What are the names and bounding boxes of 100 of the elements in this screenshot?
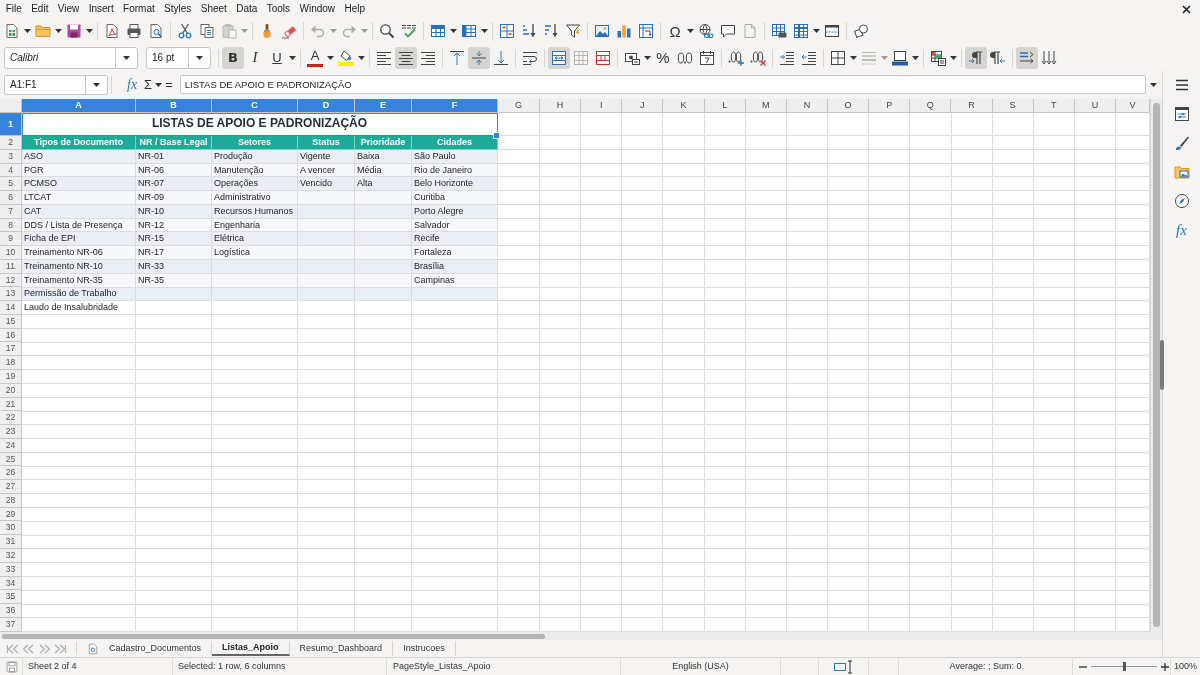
row-header[interactable]: 30 [0,521,22,536]
row-header[interactable]: 5 [0,177,22,192]
copy-icon[interactable] [199,23,215,39]
wrap-text-icon[interactable] [522,49,538,66]
column-header[interactable]: L [704,99,746,113]
row-header[interactable]: 36 [0,604,22,618]
slider-thumb[interactable] [1122,662,1126,671]
spreadsheet-file-icon[interactable] [4,23,20,39]
spellcheck-icon[interactable] [401,23,417,39]
row-header[interactable]: 23 [0,425,22,439]
caret-icon[interactable] [327,55,334,60]
borders-icon[interactable] [830,49,846,66]
column-header[interactable]: I [581,99,623,113]
sheet-tab[interactable]: Resumo_Dashboard [289,641,394,656]
caret-icon[interactable] [687,29,694,33]
name-box[interactable]: A1:F1 [4,74,108,95]
row-header[interactable]: 27 [0,480,22,494]
sort-icon[interactable] [499,23,515,39]
add-sheet-icon[interactable] [87,642,99,655]
border-color-icon[interactable] [892,49,908,66]
image-icon[interactable] [594,23,610,39]
split-window-icon[interactable] [824,23,840,39]
column-header[interactable]: J [622,99,664,113]
caret-icon[interactable] [93,82,100,87]
align-left-icon[interactable] [376,49,392,66]
horizontal-text-button[interactable] [1016,46,1038,69]
font-name-field[interactable]: Calibri [4,46,138,69]
sort-descending-icon[interactable] [543,23,559,39]
speech-bubble-icon[interactable] [720,23,736,39]
menu-item[interactable]: Sheet [196,2,232,16]
row-header[interactable]: 22 [0,411,22,426]
caret-icon[interactable] [24,29,31,33]
funnel-icon[interactable] [565,23,581,39]
column-header[interactable]: V [1115,99,1150,113]
menu-item[interactable]: Edit [26,2,54,16]
indent-icon[interactable] [779,49,795,66]
row-header[interactable]: 6 [0,191,22,205]
left-to-right-button[interactable] [965,46,987,69]
table-rows-icon[interactable] [430,23,446,39]
column-header[interactable]: K [663,99,705,113]
align-right-icon[interactable] [420,49,436,66]
gallery-icon[interactable] [1173,164,1190,180]
horizontal-scrollbar[interactable] [0,632,1162,640]
caret-icon[interactable] [358,55,365,60]
caret-icon[interactable] [644,55,651,60]
row-header[interactable]: 17 [0,342,22,357]
function-wizard-button[interactable]: fx [127,77,138,92]
sort-ascending-icon[interactable] [521,23,537,39]
column-header[interactable]: F [412,99,498,113]
menu-item[interactable]: Data [231,2,263,16]
column-header[interactable]: Q [910,99,952,113]
brush-icon[interactable] [1173,135,1190,151]
functions-button[interactable]: fx [1176,222,1187,238]
caret-icon[interactable] [55,29,62,33]
menu-item[interactable]: Help [339,2,370,16]
paragraph-rtl-icon[interactable] [990,49,1006,66]
column-header[interactable]: P [869,99,911,113]
row-header[interactable]: 14 [0,301,22,315]
column-header[interactable]: B [136,99,212,113]
menu-item[interactable]: Styles [159,2,197,16]
column-header[interactable]: T [1033,99,1075,113]
close-icon[interactable] [1182,4,1191,14]
sheet-tab[interactable]: Cadastro_Documentos [99,641,213,656]
row-header[interactable]: 2 [0,136,22,150]
column-header[interactable]: O [828,99,870,113]
caret-icon[interactable] [813,29,820,33]
column-header[interactable]: C [212,99,298,113]
vertical-text-icon[interactable] [1041,49,1057,66]
search-icon[interactable] [379,23,395,39]
menu-icon[interactable] [1173,77,1190,93]
menu-item[interactable]: Window [294,2,340,16]
vertical-scrollbar[interactable] [1150,99,1162,632]
caret-icon[interactable] [850,55,857,60]
formula-input[interactable]: LISTAS DE APOIO E PADRONIZAÇÃO [179,75,1146,94]
column-header[interactable]: E [355,99,412,113]
align-top-icon[interactable] [449,49,465,66]
menu-item[interactable]: Insert [84,2,119,16]
sheet-tab[interactable]: Instrucoes [393,641,456,656]
fill-handle[interactable] [493,132,500,139]
column-header[interactable]: U [1074,99,1116,113]
caret-icon[interactable] [450,29,457,33]
split-cells-icon[interactable] [595,49,611,66]
bold-button[interactable]: B [222,46,244,69]
row-header[interactable]: 19 [0,370,22,384]
formula-button[interactable]: = [163,78,175,91]
pdf-document-icon[interactable] [104,23,120,39]
menu-item[interactable]: Tools [262,2,295,16]
caret-icon[interactable] [155,82,163,87]
align-bottom-icon[interactable] [493,49,509,66]
globe-link-icon[interactable] [698,23,714,39]
row-header[interactable]: 9 [0,232,22,247]
printer-icon[interactable] [126,23,142,39]
conditional-format-icon[interactable] [930,49,946,66]
align-center-button[interactable] [395,46,417,69]
shapes-icon[interactable] [853,23,869,39]
add-decimal-icon[interactable] [728,49,744,66]
column-header[interactable]: S [992,99,1034,113]
font-size-field[interactable]: 16 pt [146,46,211,69]
caret-icon[interactable] [1150,82,1157,87]
caret-icon[interactable] [950,55,957,60]
